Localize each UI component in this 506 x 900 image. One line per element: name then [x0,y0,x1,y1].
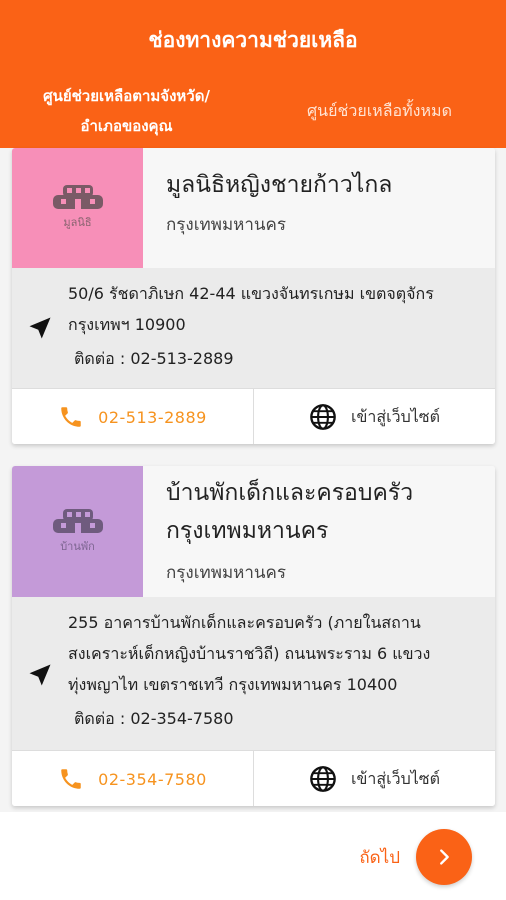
help-center-card: บ้านพัก บ้านพักเด็กและครอบครัว กรุงเทพมห… [12,466,495,806]
app-header: ช่องทางความช่วยเหลือ ศูนย์ช่วยเหลือตามจั… [0,0,506,148]
address-block: 50/6 รัชดาภิเษก 42-44 แขวงจันทรเกษม เขตจ… [12,268,495,388]
building-icon [52,185,103,209]
center-province: กรุงเทพมหานคร [166,563,287,583]
next-label[interactable]: ถัดไป [359,844,400,871]
chevron-right-icon [440,849,449,865]
phone-number: 02-513-2889 [98,407,207,427]
phone-number: 02-354-7580 [98,769,207,789]
tab-all-label: ศูนย์ช่วยเหลือทั้งหมด [307,100,452,120]
address-text: 50/6 รัชดาภิเษก 42-44 แขวงจันทรเกษม เขตจ… [68,278,483,340]
website-button[interactable]: เข้าสู่เว็บไซต์ [253,389,495,444]
website-label: เข้าสู่เว็บไซต์ [350,768,441,788]
contact-text: ติดต่อ : 02-354-7580 [74,709,234,728]
contact-text: ติดต่อ : 02-513-2889 [74,349,234,368]
address-line: ทุ่งพญาไท เขตราชเทวี กรุงเทพมหานคร 10400 [68,675,398,694]
phone-icon [61,769,81,789]
address-line: กรุงเทพฯ 10900 [68,315,186,334]
address-line: 255 อาคารบ้านพักเด็กและครอบครัว (ภายในสถ… [68,613,421,632]
globe-icon [310,404,336,430]
card-actions: 02-513-2889 เข้าสู่เว็บไซต์ [12,388,495,444]
address-block: 255 อาคารบ้านพักเด็กและครอบครัว (ภายในสถ… [12,597,495,750]
website-button[interactable]: เข้าสู่เว็บไซต์ [253,751,495,806]
card-actions: 02-354-7580 เข้าสู่เว็บไซต์ [12,750,495,806]
globe-icon [310,766,336,792]
center-province: กรุงเทพมหานคร [166,215,287,235]
next-button[interactable] [416,829,472,885]
call-button[interactable]: 02-513-2889 [12,389,253,444]
tab-local-label-line2: อำเภอของคุณ [80,117,173,135]
center-name-line: กรุงเทพมหานคร [166,518,329,544]
tab-local-centers[interactable]: ศูนย์ช่วยเหลือตามจังหวัด/ อำเภอของคุณ [0,78,253,144]
card-thumbnail: มูลนิธิ [12,148,143,268]
help-center-card: มูลนิธิ มูลนิธิหญิงชายก้าวไกล กรุงเทพมหา… [12,148,495,444]
navigation-arrow-icon [29,664,51,686]
center-name: มูลนิธิหญิงชายก้าวไกล [166,172,393,198]
address-text: 255 อาคารบ้านพักเด็กและครอบครัว (ภายในสถ… [68,607,483,700]
building-icon [52,508,103,533]
phone-icon [61,407,81,427]
tab-all-centers[interactable]: ศูนย์ช่วยเหลือทั้งหมด [253,78,506,144]
page-title: ช่องทางความช่วยเหลือ [148,28,358,52]
card-header: มูลนิธิ มูลนิธิหญิงชายก้าวไกล กรุงเทพมหา… [12,148,495,268]
address-line: 50/6 รัชดาภิเษก 42-44 แขวงจันทรเกษม เขตจ… [68,284,434,303]
pagination-footer: ถัดไป [0,812,506,900]
center-name: บ้านพักเด็กและครอบครัว กรุงเทพมหานคร [166,474,413,550]
thumbnail-caption: มูลนิธิ [63,216,92,229]
card-header: บ้านพัก บ้านพักเด็กและครอบครัว กรุงเทพมห… [12,466,495,597]
call-button[interactable]: 02-354-7580 [12,751,253,806]
thumbnail-caption: บ้านพัก [60,539,95,553]
tab-local-label-line1: ศูนย์ช่วยเหลือตามจังหวัด/ [43,87,210,105]
website-label: เข้าสู่เว็บไซต์ [350,406,441,426]
card-thumbnail: บ้านพัก [12,466,143,597]
navigation-arrow-icon [29,317,51,339]
address-line: สงเคราะห์เด็กหญิงบ้านราชวิถี) ถนนพระราม … [68,644,431,663]
center-name-line: บ้านพักเด็กและครอบครัว [166,480,414,506]
